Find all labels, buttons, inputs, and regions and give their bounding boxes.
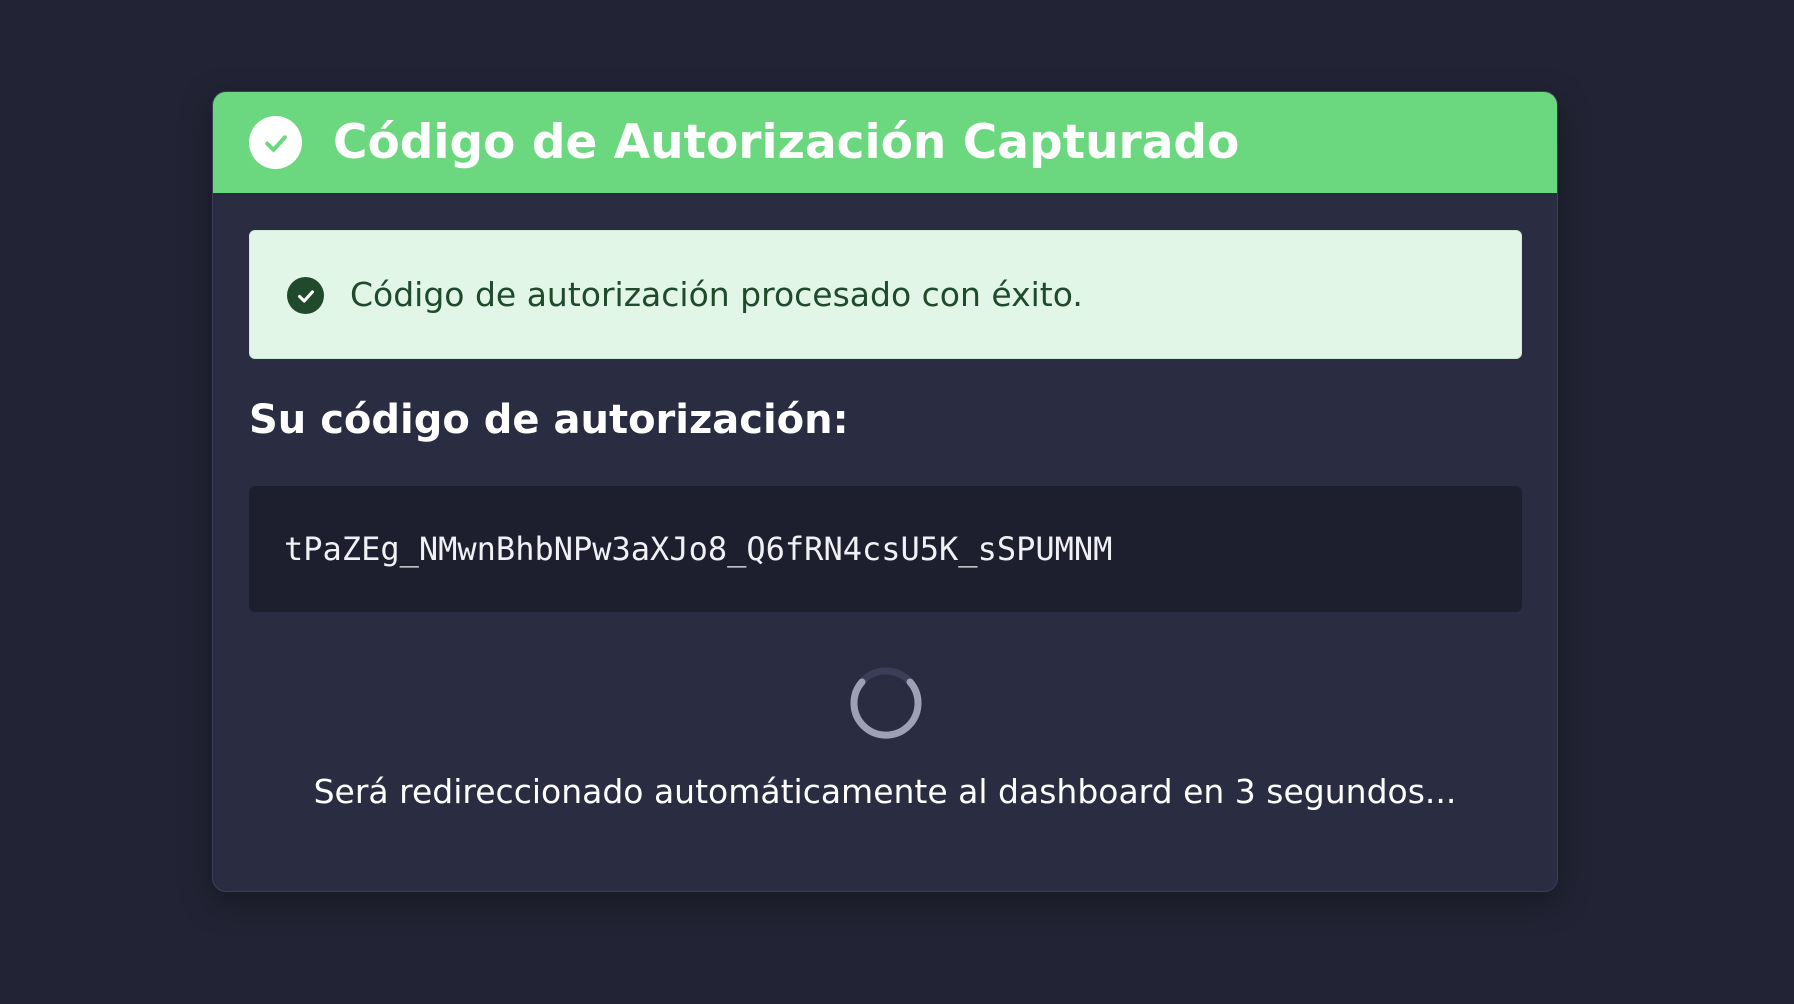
redirect-message: Será redireccionado automáticamente al d… <box>313 772 1457 811</box>
success-alert: Código de autorización procesado con éxi… <box>249 230 1522 359</box>
authorization-code[interactable]: tPaZEg_NMwnBhbNPw3aXJo8_Q6fRN4csU5K_sSPU… <box>284 486 1112 612</box>
check-circle-icon <box>287 277 324 314</box>
page-title: Código de Autorización Capturado <box>333 115 1240 170</box>
card-header: Código de Autorización Capturado <box>213 92 1557 193</box>
code-heading: Su código de autorización: <box>249 397 849 443</box>
authorization-code-box[interactable]: tPaZEg_NMwnBhbNPw3aXJo8_Q6fRN4csU5K_sSPU… <box>249 486 1522 612</box>
authorization-card: Código de Autorización Capturado Código … <box>212 91 1558 892</box>
loading-spinner-icon <box>850 667 922 739</box>
success-message: Código de autorización procesado con éxi… <box>350 275 1083 314</box>
check-circle-icon <box>249 116 302 169</box>
